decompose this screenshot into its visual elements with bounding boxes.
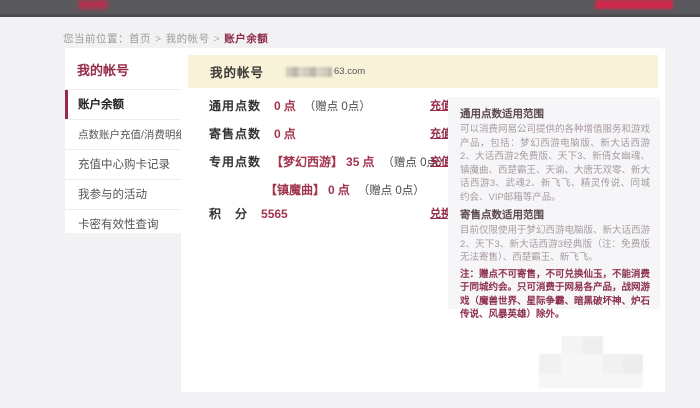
breadcrumb-current: 账户余额	[224, 33, 268, 45]
breadcrumb-separator: >	[214, 33, 221, 45]
breadcrumb-separator: >	[155, 33, 162, 45]
account-header-label: 我的帐号	[210, 62, 264, 81]
info-body-consignment-scope: 目前仅限使用于梦幻西游电脑版、新大话西游2、天下3、新大话西游3经典版（注：免费…	[460, 224, 650, 265]
email-visible-part: 63.com	[334, 66, 365, 77]
breadcrumb: 您当前位置：首页>我的帐号>账户余额	[63, 31, 268, 46]
balance-row-dedicated-points: 专用点数【梦幻西游】35点（赠点 0点）	[209, 153, 450, 170]
row-label: 专用点数	[209, 155, 261, 169]
email-blurred	[286, 67, 332, 77]
row-value: 0	[274, 127, 281, 141]
watermark-blurred	[521, 336, 656, 394]
account-header: 我的帐号 63.com	[188, 55, 658, 88]
balance-row-dedicated-points-2: 【镇魔曲】0点 （赠点 0点）	[265, 181, 425, 198]
row-label: 通用点数	[209, 99, 261, 113]
sidebar-item-card-purchase-records[interactable]: 充值中心购卡记录	[65, 149, 181, 179]
row-bonus: （赠点 0点）	[358, 185, 425, 197]
row-value: 5565	[261, 207, 288, 221]
topbar-right-blurred[interactable]	[595, 0, 673, 9]
row-unit: 点	[338, 183, 350, 197]
row-label: 积 分	[209, 207, 248, 221]
sidebar-title: 我的帐号	[65, 48, 181, 89]
row-label: 寄售点数	[209, 127, 261, 141]
breadcrumb-account[interactable]: 我的帐号	[166, 33, 210, 45]
game-name: 【镇魔曲】	[265, 183, 325, 197]
game-name: 【梦幻西游】	[271, 155, 343, 169]
sidebar-item-my-activities[interactable]: 我参与的活动	[65, 179, 181, 209]
site-logo-blurred[interactable]	[78, 0, 108, 9]
points-scope-info-panel: 通用点数适用范围 可以消费网易公司提供的各种增值服务和游戏产品，包括：梦幻西游电…	[448, 97, 660, 309]
info-body-general-scope: 可以消费网易公司提供的各种增值服务和游戏产品，包括：梦幻西游电脑版、新大话西游2…	[460, 123, 650, 204]
balance-row-general-points: 通用点数 0点 （赠点 0点）	[209, 97, 371, 114]
sidebar-item-recharge-detail[interactable]: 点数账户充值/消费明细	[65, 119, 181, 149]
sidebar-item-account-balance[interactable]: 账户余额	[65, 89, 181, 119]
main-panel: 我的帐号 63.com 通用点数0点（赠点 0点） 充值 寄售点数0点 充值 专…	[181, 48, 665, 392]
row-bonus: （赠点 0点）	[304, 101, 371, 113]
sidebar-item-card-key-check[interactable]: 卡密有效性查询	[65, 209, 181, 239]
row-unit: 点	[284, 127, 296, 141]
row-unit: 点	[362, 155, 374, 169]
row-value: 35	[346, 155, 359, 169]
row-unit: 点	[284, 99, 296, 113]
balance-row-credits: 积 分 5565	[209, 205, 291, 222]
topbar	[0, 0, 700, 17]
row-value: 0	[328, 183, 335, 197]
info-note: 注：赠点不可寄售，不可兑换仙玉，不能消费于同城约会。只可消费于网易各产品，战网游…	[460, 268, 650, 322]
sidebar: 我的帐号 账户余额 点数账户充值/消费明细 充值中心购卡记录 我参与的活动 卡密…	[65, 48, 181, 233]
row-value: 0	[274, 99, 281, 113]
info-title-consignment-scope: 寄售点数适用范围	[460, 207, 650, 222]
breadcrumb-location-label: 您当前位置：	[63, 33, 129, 45]
balance-row-consignment-points: 寄售点数 0点	[209, 125, 296, 142]
info-title-general-scope: 通用点数适用范围	[460, 106, 650, 121]
breadcrumb-home[interactable]: 首页	[129, 33, 151, 45]
